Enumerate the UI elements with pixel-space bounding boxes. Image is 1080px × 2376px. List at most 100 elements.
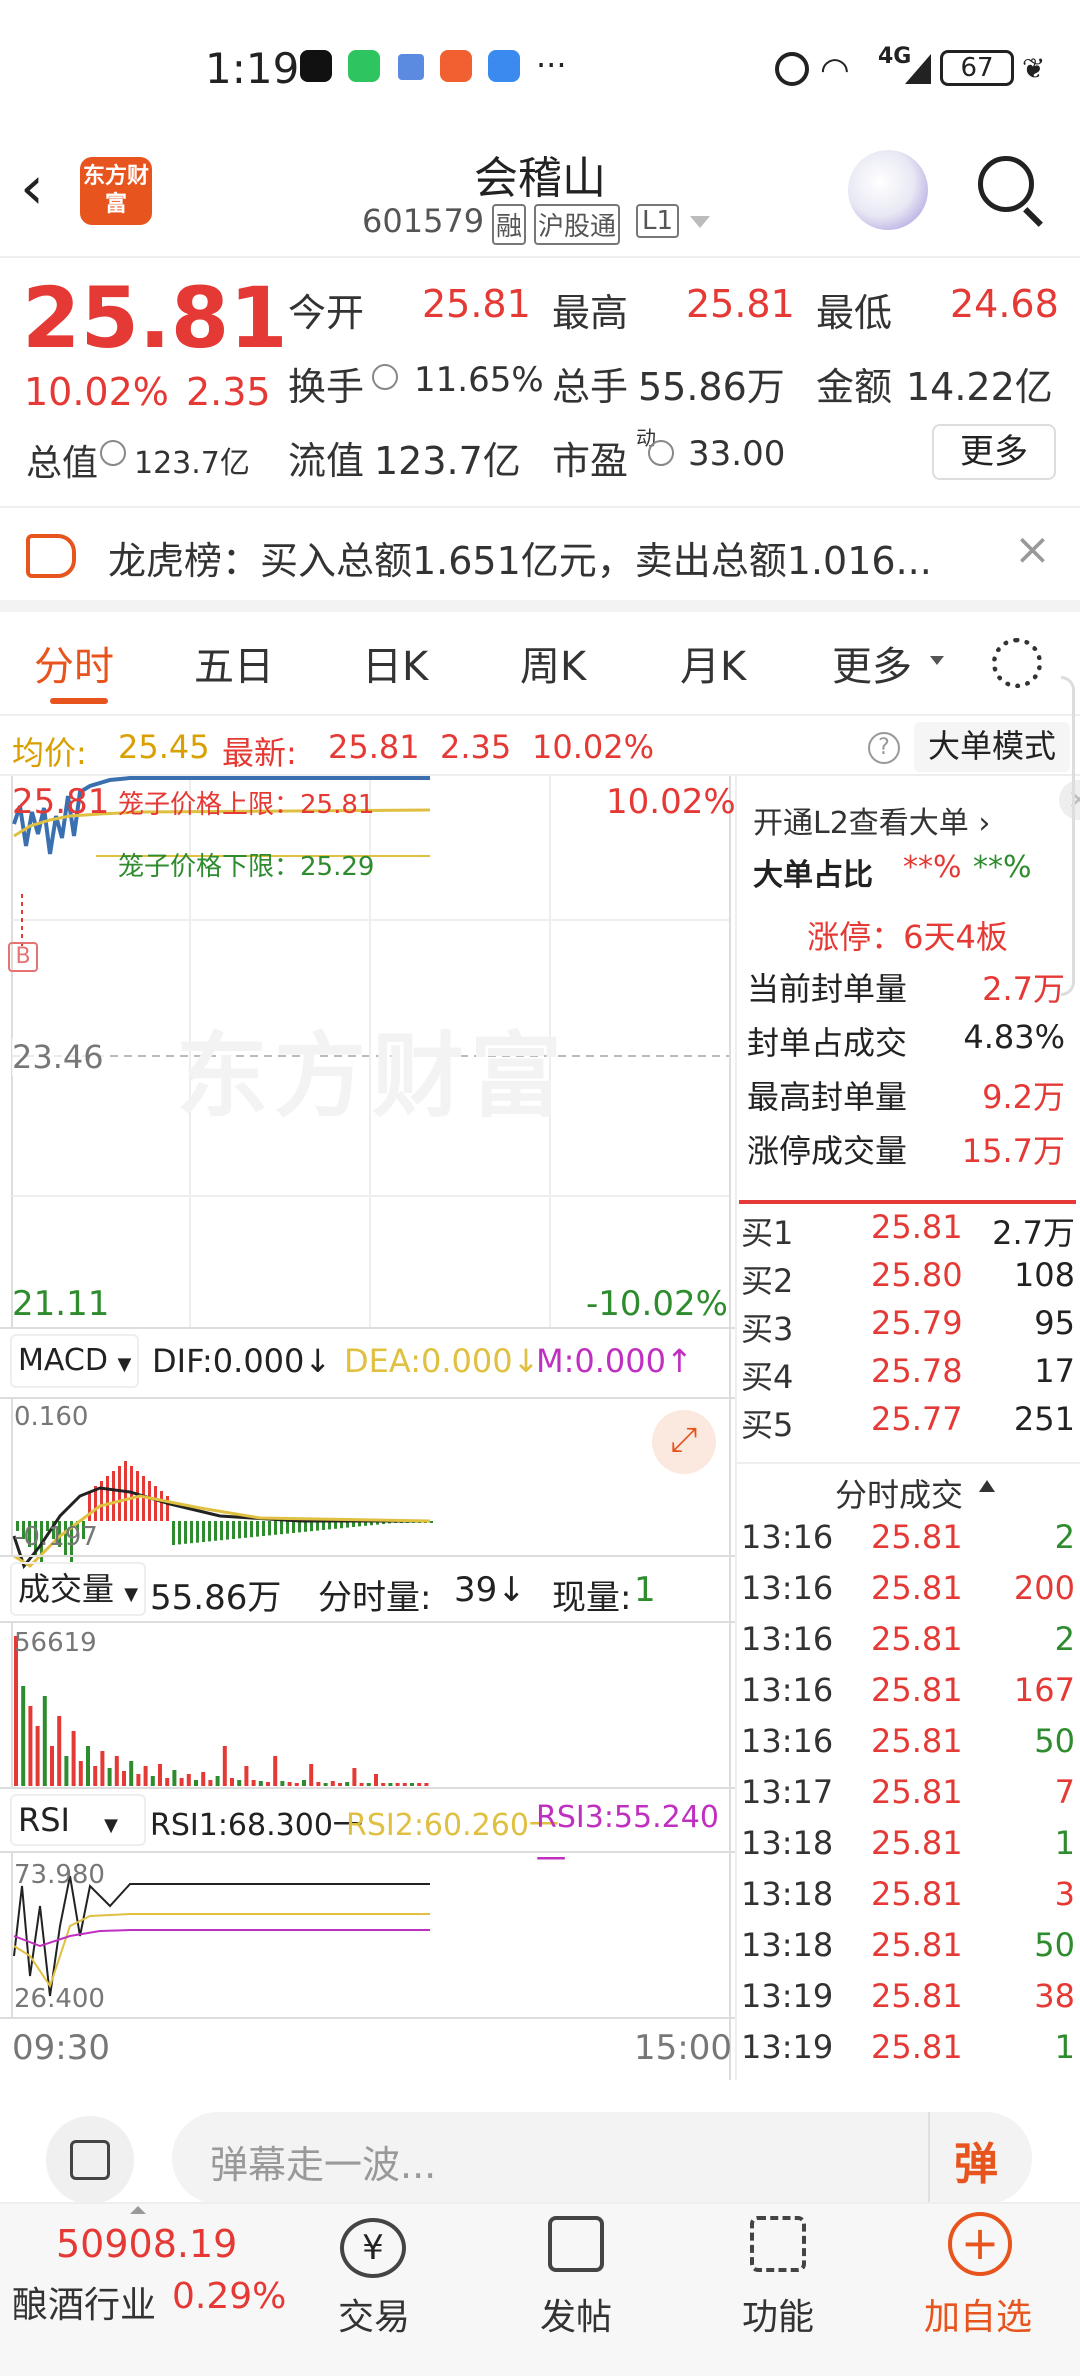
rsi-axis-bottom: 26.400 xyxy=(14,1984,105,2014)
index-value[interactable]: 50908.19 xyxy=(56,2222,237,2266)
rsi-selector[interactable]: RSI ▼ xyxy=(10,1794,146,1846)
info-icon[interactable] xyxy=(648,440,674,466)
volume-label: 总手 xyxy=(552,365,629,409)
index-pct[interactable]: 0.29% xyxy=(172,2276,286,2317)
bid-label: 买4 xyxy=(741,1358,794,1396)
high-value: 25.81 xyxy=(686,282,795,326)
tick-list: 13:16 25.81 2 13:16 25.81 200 13:16 25.81 2 13:16… xyxy=(735,1518,1080,2078)
tab-weekly-k[interactable]: 周K xyxy=(520,634,586,692)
low-value: 24.68 xyxy=(950,282,1059,326)
volume-bar xyxy=(93,1766,98,1786)
big-order-mode-button[interactable]: 大单模式 xyxy=(914,722,1070,772)
speaker-icon xyxy=(26,534,76,578)
help-icon[interactable]: ? xyxy=(868,732,900,764)
change-amount: 2.35 xyxy=(186,370,271,414)
chevron-down-icon[interactable] xyxy=(690,216,710,228)
bid-row[interactable]: 买4 25.78 17 xyxy=(741,1352,1075,1398)
tab-daily-k[interactable]: 日K xyxy=(362,634,428,692)
notice-bar[interactable]: 龙虎榜：买入总额1.651亿元，卖出总额1.016... × xyxy=(0,508,1080,612)
nfc-icon xyxy=(775,52,809,86)
tab-monthly-k[interactable]: 月K xyxy=(680,634,746,692)
time-axis-end: 15:00 xyxy=(634,2028,732,2068)
nav-function[interactable]: 功能 xyxy=(742,2288,814,2340)
volume-bar xyxy=(179,1778,184,1786)
tab-five-day[interactable]: 五日 xyxy=(194,634,274,692)
current-volume-value: 1 xyxy=(634,1570,656,1610)
tick-qty: 200 xyxy=(1013,1569,1075,1607)
close-icon[interactable]: × xyxy=(1014,524,1051,575)
caret-up-icon[interactable] xyxy=(130,2206,146,2214)
info-icon[interactable] xyxy=(372,364,398,390)
volume-bar xyxy=(186,1774,191,1786)
volume-bar xyxy=(129,1761,134,1786)
search-icon[interactable] xyxy=(978,156,1034,212)
macd-selector[interactable]: MACD ▼ xyxy=(10,1334,140,1388)
bid-label: 买1 xyxy=(741,1214,794,1252)
danmu-input[interactable]: 弹幕走一波... 弹 xyxy=(172,2112,1032,2204)
bid-label: 买2 xyxy=(741,1262,794,1300)
volume-bar xyxy=(294,1783,299,1786)
bid-row[interactable]: 买2 25.80 108 xyxy=(741,1256,1075,1302)
low-label: 最低 xyxy=(816,291,893,335)
caret-up-icon[interactable] xyxy=(979,1480,995,1492)
nav-trade[interactable]: 交易 xyxy=(338,2288,410,2340)
bid-row[interactable]: 买1 25.81 2.7万 xyxy=(741,1208,1075,1254)
nav-post[interactable]: 发帖 xyxy=(540,2288,612,2340)
gear-icon[interactable] xyxy=(992,638,1042,688)
danmu-toggle-button[interactable]: 弹 xyxy=(954,2128,998,2192)
limit-stat-label: 最高封单量 xyxy=(747,1078,908,1116)
robot-assistant-icon[interactable] xyxy=(848,150,928,230)
bid-price: 25.80 xyxy=(871,1256,963,1294)
tick-title[interactable]: 分时成交 xyxy=(835,1470,963,1516)
high-label: 最高 xyxy=(552,291,629,335)
minute-volume-value: 39↓ xyxy=(454,1570,526,1610)
big-order-sell: **% xyxy=(973,850,1032,885)
bid-row[interactable]: 买5 25.77 251 xyxy=(741,1400,1075,1446)
battery-level: 67 xyxy=(960,53,994,83)
index-name[interactable]: 酿酒行业 xyxy=(12,2276,156,2328)
limit-stat-row: 涨停成交量 15.7万 xyxy=(747,1126,1065,1178)
tick-qty: 7 xyxy=(1054,1773,1075,1811)
volume-selector[interactable]: 成交量 ▼ xyxy=(10,1562,147,1616)
danmu-placeholder: 弹幕走一波... xyxy=(210,2143,437,2187)
expand-icon[interactable]: ⤢ xyxy=(652,1410,716,1474)
avg-label: 均价: xyxy=(12,734,87,772)
tab-more[interactable]: 更多 xyxy=(832,634,912,692)
function-grid-icon[interactable] xyxy=(750,2216,806,2272)
volume-bar xyxy=(402,1783,407,1786)
volume-bar xyxy=(338,1783,342,1786)
volume-bar xyxy=(122,1771,126,1786)
volume-bar xyxy=(359,1783,364,1786)
post-icon[interactable] xyxy=(548,2216,604,2272)
caret-down-icon xyxy=(930,656,944,665)
m-value: M:0.000↑ xyxy=(536,1342,693,1380)
macd-bar xyxy=(220,1521,223,1541)
level-tag[interactable]: L1 xyxy=(636,204,680,238)
tick-qty: 167 xyxy=(1013,1671,1075,1709)
bid-row[interactable]: 买3 25.79 95 xyxy=(741,1304,1075,1350)
volume-bar xyxy=(143,1766,148,1786)
rsi3-line xyxy=(13,1929,430,1948)
volume-bar xyxy=(352,1768,357,1786)
limit-stat-value: 2.7万 xyxy=(982,970,1065,1008)
limit-stat-label: 当前封单量 xyxy=(747,970,908,1008)
price-summary-bar: 均价: 25.45 最新: 25.81 2.35 10.02% ? 大单模式 xyxy=(0,716,1080,776)
nav-add-watchlist[interactable]: 加自选 xyxy=(924,2288,1032,2340)
big-order-label: 大单占比 xyxy=(753,858,873,893)
bid-price: 25.77 xyxy=(871,1400,963,1438)
buy-marker[interactable]: B xyxy=(8,942,38,972)
tab-intraday[interactable]: 分时 xyxy=(34,634,114,692)
macd-bar xyxy=(226,1521,229,1540)
l2-upgrade-link[interactable]: 开通L2查看大单 › xyxy=(753,798,990,842)
stock-code: 601579 xyxy=(362,202,485,240)
volume-axis-top: 56619 xyxy=(14,1628,97,1658)
info-icon[interactable] xyxy=(100,440,126,466)
pe-value: 33.00 xyxy=(688,434,786,474)
intraday-chart-area[interactable]: 东方财富 25.81 10.02% 笼子价格上限：25.81 笼子价格下限：25… xyxy=(0,776,736,2080)
add-watchlist-icon[interactable]: + xyxy=(948,2212,1012,2276)
more-button[interactable]: 更多 xyxy=(932,424,1056,480)
trade-icon[interactable]: ¥ xyxy=(340,2218,406,2278)
danmu-settings-icon[interactable] xyxy=(46,2116,134,2204)
price-axis-mid: 23.46 xyxy=(12,1038,104,1076)
bid-label: 买5 xyxy=(741,1406,794,1444)
